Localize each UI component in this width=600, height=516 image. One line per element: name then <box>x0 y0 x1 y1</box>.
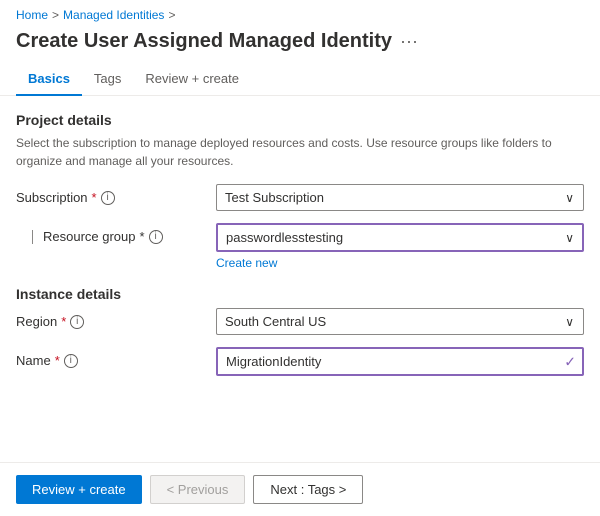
breadcrumb: Home > Managed Identities > <box>0 0 600 26</box>
name-check-icon: ✓ <box>564 353 576 370</box>
form-content: Project details Select the subscription … <box>0 96 600 404</box>
tab-basics[interactable]: Basics <box>16 63 82 96</box>
page-header: Create User Assigned Managed Identity ··… <box>0 26 600 63</box>
subscription-row: Subscription * i Test Subscription <box>16 184 584 211</box>
resource-group-required: * <box>140 229 145 244</box>
tab-review-create[interactable]: Review + create <box>133 63 251 96</box>
subscription-select-wrapper: Test Subscription <box>216 184 584 211</box>
more-options-icon[interactable]: ··· <box>400 31 418 52</box>
subscription-select[interactable]: Test Subscription <box>216 184 584 211</box>
subscription-required: * <box>92 190 97 205</box>
region-info-icon[interactable]: i <box>70 315 84 329</box>
resource-group-select-wrapper: passwordlesstesting <box>216 223 584 252</box>
subscription-label: Subscription * i <box>16 184 216 205</box>
next-button[interactable]: Next : Tags > <box>253 475 363 504</box>
previous-button: < Previous <box>150 475 246 504</box>
project-details-title: Project details <box>16 112 584 128</box>
name-control: ✓ <box>216 347 584 376</box>
subscription-info-icon[interactable]: i <box>101 191 115 205</box>
name-input[interactable] <box>216 347 584 376</box>
region-control: South Central US <box>216 308 584 335</box>
resource-group-control: passwordlesstesting Create new <box>216 223 584 270</box>
resource-group-info-icon[interactable]: i <box>149 230 163 244</box>
create-new-link[interactable]: Create new <box>216 256 277 270</box>
name-required: * <box>55 353 60 368</box>
name-label: Name * i <box>16 347 216 368</box>
name-input-wrapper: ✓ <box>216 347 584 376</box>
region-select[interactable]: South Central US <box>216 308 584 335</box>
page-title: Create User Assigned Managed Identity <box>16 30 392 53</box>
breadcrumb-home[interactable]: Home <box>16 8 48 22</box>
region-required: * <box>61 314 66 329</box>
name-row: Name * i ✓ <box>16 347 584 376</box>
region-label: Region * i <box>16 308 216 329</box>
name-info-icon[interactable]: i <box>64 354 78 368</box>
project-details-desc: Select the subscription to manage deploy… <box>16 134 584 170</box>
tabs: Basics Tags Review + create <box>0 63 600 96</box>
breadcrumb-sep-1: > <box>52 8 59 22</box>
tab-tags[interactable]: Tags <box>82 63 133 96</box>
resource-group-select[interactable]: passwordlesstesting <box>216 223 584 252</box>
breadcrumb-sep-2: > <box>168 8 175 22</box>
region-row: Region * i South Central US <box>16 308 584 335</box>
region-select-wrapper: South Central US <box>216 308 584 335</box>
review-create-button[interactable]: Review + create <box>16 475 142 504</box>
instance-details-title: Instance details <box>16 286 584 302</box>
instance-details-section: Instance details Region * i South Centra… <box>16 286 584 376</box>
resource-group-row: Resource group * i passwordlesstesting C… <box>16 223 584 270</box>
resource-group-label: Resource group * i <box>16 223 216 244</box>
footer: Review + create < Previous Next : Tags > <box>0 462 600 516</box>
breadcrumb-managed-identities[interactable]: Managed Identities <box>63 8 164 22</box>
subscription-control: Test Subscription <box>216 184 584 211</box>
